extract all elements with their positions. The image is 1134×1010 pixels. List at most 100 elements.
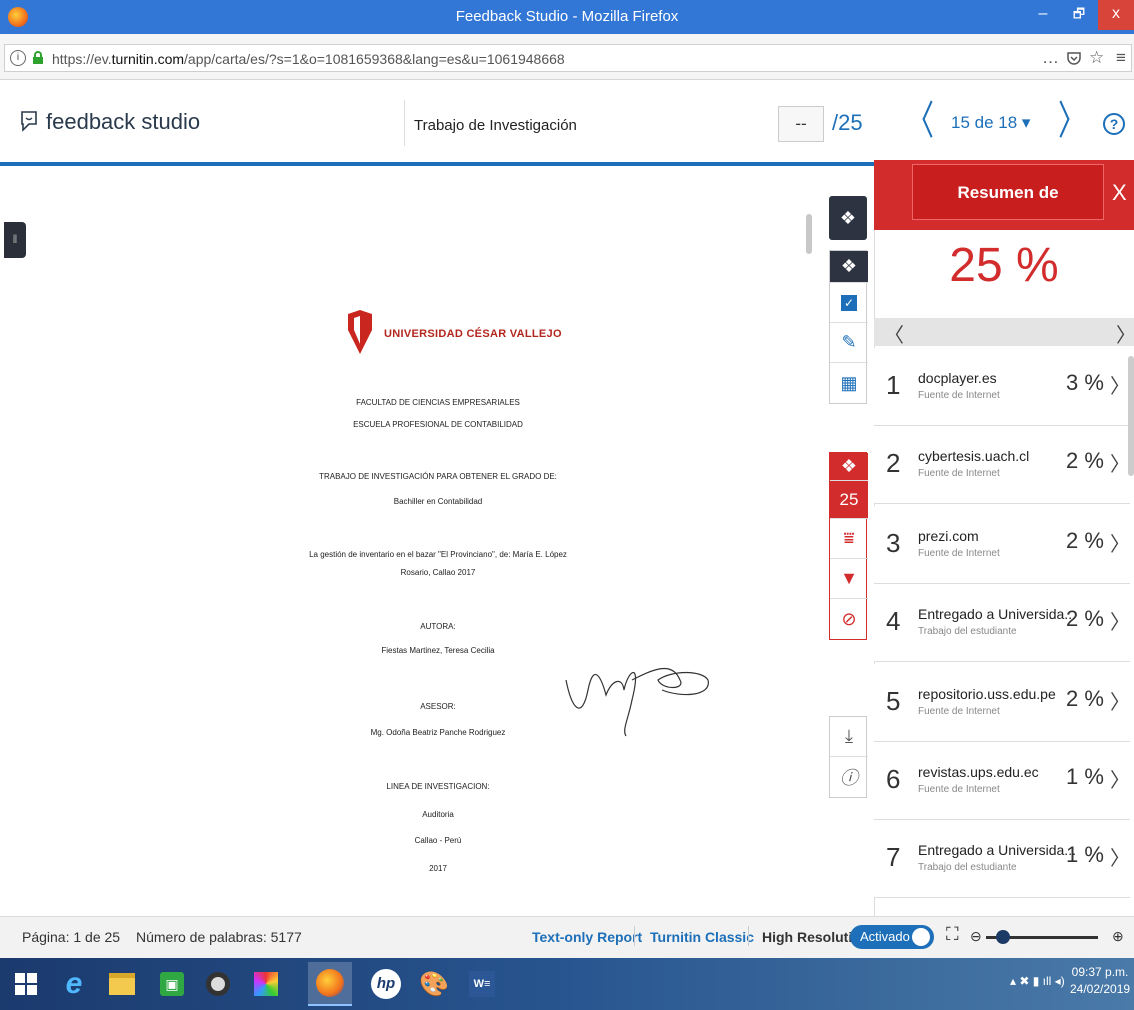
clock-time: 09:37 p.m. — [1071, 965, 1129, 979]
zoom-slider-handle[interactable] — [996, 930, 1010, 944]
match-row[interactable]: 4 Entregado a Universida... Trabajo del es… — [874, 584, 1130, 662]
fullscreen-icon[interactable]: ⛶ — [946, 924, 959, 945]
university-logo — [348, 310, 372, 354]
match-source: docplayer.es — [918, 370, 997, 386]
status-divider — [748, 926, 749, 946]
match-source-type: Trabajo del estudiante — [918, 626, 1017, 637]
match-row[interactable]: 7 Entregado a Universida... Trabajo del es… — [874, 820, 1130, 898]
similarity-layer-icon[interactable]: ❖ — [830, 453, 868, 481]
side-panel-toggle[interactable]: ‖ — [4, 222, 26, 258]
match-row[interactable]: 5 repositorio.uss.edu.pe Fuente de Interne… — [874, 664, 1130, 742]
match-source-type: Fuente de Internet — [918, 548, 1000, 559]
exclude-icon[interactable]: ⊘ — [830, 599, 868, 639]
taskbar-clock[interactable]: 09:37 p.m. 24/02/2019 — [1070, 964, 1130, 998]
match-row[interactable]: 1 docplayer.es Fuente de Internet 3 % 〉 — [874, 348, 1130, 426]
document-viewer[interactable] — [0, 170, 822, 916]
text-only-report-link[interactable]: Text-only Report — [532, 929, 642, 945]
edit-icon[interactable]: ✎ — [830, 323, 868, 363]
info-icon[interactable]: ⓘ — [830, 757, 868, 797]
toggle-knob[interactable] — [912, 928, 930, 946]
chevron-right-icon[interactable]: 〉 — [1110, 764, 1130, 793]
rubric-grid-icon[interactable]: ▦ — [830, 363, 868, 403]
match-row[interactable]: 3 prezi.com Fuente de Internet 2 % 〉 — [874, 506, 1130, 584]
panel-scrollbar[interactable] — [1128, 356, 1134, 476]
pocket-icon[interactable] — [1066, 50, 1082, 66]
info-tools: ⤓ ⓘ — [829, 716, 868, 798]
chevron-right-icon[interactable]: 〉 — [1110, 448, 1130, 477]
degree-text: Bachiller en Contabilidad — [393, 497, 483, 506]
grading-tools: ❖ ✓ ✎ ▦ — [829, 250, 868, 404]
author-name: Fiestas Martinez, Teresa Cecilia — [381, 646, 495, 655]
match-source: cybertesis.uach.cl — [918, 448, 1030, 464]
school-text: ESCUELA PROFESIONAL DE CONTABILIDAD — [353, 420, 523, 429]
thesis-title-line2: Rosario, Callao 2017 — [400, 568, 476, 577]
minimize-button[interactable]: – — [1026, 0, 1060, 30]
faculty-text: FACULTAD DE CIENCIAS EMPRESARIALES — [356, 398, 520, 407]
place-text: Callao - Perú — [414, 836, 462, 845]
system-tray-icons[interactable]: ▴ ✖ ▮ ıll ◂) — [1010, 974, 1065, 988]
paint-palette-icon[interactable]: 🎨 — [412, 962, 456, 1006]
url-domain: turnitin.com — [111, 51, 185, 67]
info-icon[interactable]: i — [10, 50, 26, 66]
help-icon[interactable]: ? — [1103, 113, 1125, 135]
download-icon[interactable]: ⤓ — [830, 717, 868, 757]
chevron-right-icon[interactable]: 〉 — [1110, 528, 1130, 557]
paper-selector[interactable]: 15 de 18 ▾ — [951, 113, 1030, 133]
match-breakdown-icon[interactable]: ⩸ — [830, 519, 868, 559]
chevron-right-icon[interactable]: 〉 — [1110, 842, 1130, 871]
window-title: Feedback Studio - Mozilla Firefox — [455, 8, 679, 25]
similarity-score-button[interactable]: 25 — [830, 481, 868, 519]
chevron-right-icon[interactable]: 〉 — [1110, 370, 1130, 399]
webcam-app-icon[interactable] — [196, 962, 240, 1006]
author-label: AUTORA: — [420, 622, 456, 631]
store-icon[interactable]: ▣ — [150, 962, 194, 1006]
url-text[interactable]: https://ev.turnitin.com/app/carta/es/?s=… — [52, 51, 565, 67]
research-line: Auditoria — [422, 810, 454, 819]
layers-icon[interactable]: ❖ — [829, 196, 867, 240]
grading-layer-icon[interactable]: ❖ — [830, 251, 868, 283]
match-number: 7 — [886, 842, 901, 872]
match-number: 4 — [886, 606, 901, 636]
grade-input[interactable]: -- — [778, 106, 824, 142]
signature-image — [565, 667, 709, 737]
next-paper-button[interactable]: 〉 — [1058, 101, 1086, 141]
scroll-right-icon[interactable]: 〉 — [1116, 319, 1134, 348]
match-percentage: 3 % — [1066, 370, 1104, 395]
maximize-button[interactable]: 🗗 — [1062, 0, 1096, 30]
page-actions-icon[interactable]: … — [1042, 48, 1059, 68]
status-divider — [634, 926, 635, 946]
hp-icon[interactable]: hp — [364, 962, 408, 1006]
paint-app-icon[interactable] — [244, 962, 288, 1006]
match-source: revistas.ups.edu.ec — [918, 764, 1039, 780]
match-row[interactable]: 6 revistas.ups.edu.ec Fuente de Internet 1 … — [874, 742, 1130, 820]
zoom-in-icon[interactable]: ⊕ — [1112, 928, 1124, 945]
turnitin-classic-link[interactable]: Turnitin Classic — [650, 929, 754, 945]
internet-explorer-icon[interactable]: e — [52, 962, 96, 1006]
checkbox-icon[interactable]: ✓ — [830, 283, 868, 323]
previous-paper-button[interactable]: 〈 — [906, 101, 934, 141]
panel-scroll-bar — [874, 318, 1134, 346]
menu-icon[interactable]: ≡ — [1116, 48, 1126, 68]
close-panel-icon[interactable]: X — [1112, 180, 1127, 206]
scroll-left-icon[interactable]: 〈 — [884, 319, 904, 348]
zoom-out-icon[interactable]: ⊖ — [970, 928, 982, 945]
filter-icon[interactable]: ▼ — [830, 559, 868, 599]
match-percentage: 1 % — [1066, 764, 1104, 789]
match-percentage: 2 % — [1066, 528, 1104, 553]
chevron-right-icon[interactable]: 〉 — [1110, 686, 1130, 715]
advisor-name: Mg. Odoña Beatriz Panche Rodriguez — [370, 728, 506, 737]
url-path: /app/carta/es/?s=1&o=1081659368&lang=es&… — [184, 51, 565, 67]
match-source-type: Fuente de Internet — [918, 468, 1000, 479]
file-explorer-icon[interactable] — [100, 962, 144, 1006]
match-row[interactable]: 2 cybertesis.uach.cl Fuente de Internet 2 %… — [874, 426, 1130, 504]
word-icon[interactable]: W≡ — [460, 962, 504, 1006]
similarity-tools: ❖ 25 ⩸ ▼ ⊘ — [829, 452, 868, 640]
windows-start-icon[interactable] — [4, 962, 48, 1006]
firefox-taskbar-icon[interactable] — [308, 962, 352, 1006]
match-source: Entregado a Universida... — [918, 606, 1076, 622]
bookmark-star-icon[interactable]: ☆ — [1089, 48, 1104, 68]
url-prefix: https://ev. — [52, 51, 112, 67]
chevron-right-icon[interactable]: 〉 — [1110, 606, 1130, 635]
document-scrollbar[interactable] — [806, 214, 812, 254]
close-window-button[interactable]: x — [1098, 0, 1134, 30]
